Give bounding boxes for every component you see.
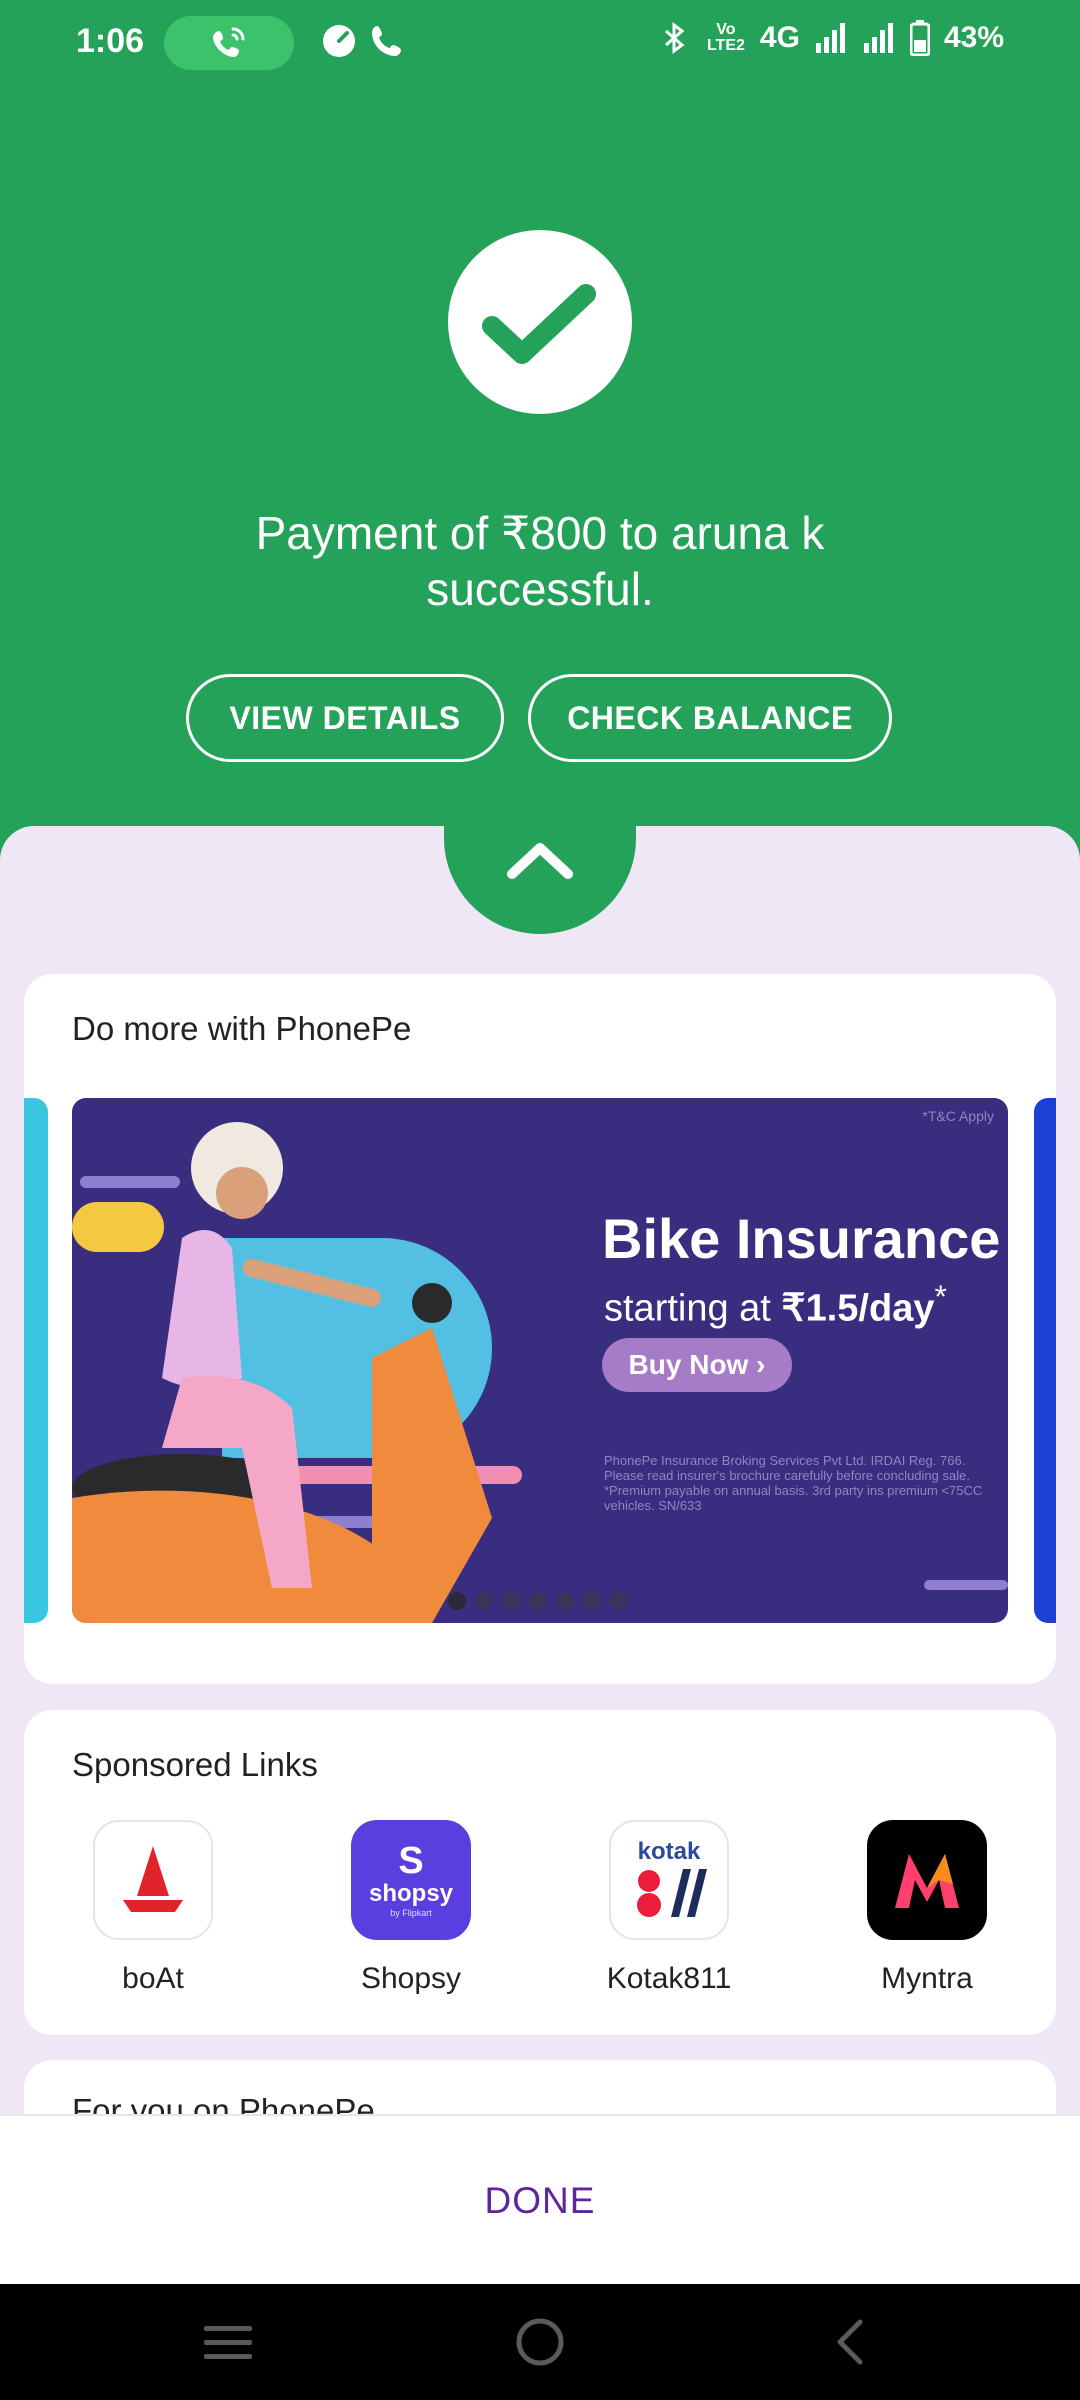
next-banner-peek[interactable]	[1034, 1098, 1056, 1623]
app-boat[interactable]: boAt	[24, 1820, 282, 1996]
shopsy-logo-letter: S	[398, 1840, 424, 1882]
app-name: Shopsy	[360, 1962, 462, 1995]
signal-1-icon	[815, 23, 845, 53]
recent-apps-icon[interactable]	[200, 2320, 256, 2366]
network-type: 4G	[759, 21, 800, 54]
home-icon[interactable]	[514, 2316, 566, 2368]
carousel-dot[interactable]	[448, 1592, 466, 1610]
carousel-dot[interactable]	[502, 1592, 520, 1610]
kotak811-logo-icon: kotak	[609, 1820, 729, 1940]
banner-fine-print: PhonePe Insurance Broking Services Pvt L…	[604, 1453, 983, 1513]
wifi-call-icon	[213, 27, 245, 57]
carousel-dot[interactable]	[529, 1592, 547, 1610]
kotak-logo-word: kotak	[637, 1838, 701, 1865]
carousel-dot[interactable]	[610, 1592, 628, 1610]
buy-now-button[interactable]: Buy Now ›	[602, 1338, 792, 1392]
shopsy-logo-tag: by Flipkart	[390, 1908, 432, 1918]
system-navigation-bar	[0, 2284, 1080, 2400]
carousel-dot[interactable]	[556, 1592, 574, 1610]
chevron-up-icon	[507, 843, 573, 879]
previous-banner-peek[interactable]	[24, 1098, 48, 1623]
success-check	[448, 230, 632, 414]
myntra-logo-icon	[867, 1820, 987, 1940]
boat-logo-icon	[93, 1820, 213, 1940]
app-kotak811[interactable]: kotak Kotak811	[540, 1820, 798, 1996]
done-button[interactable]: DONE	[0, 2116, 1080, 2286]
sponsored-card-title: Sponsored Links	[72, 1746, 318, 1783]
phone-icon	[372, 26, 401, 56]
app-name: boAt	[122, 1962, 184, 1995]
back-icon[interactable]	[830, 2316, 870, 2368]
carousel-dot[interactable]	[475, 1592, 493, 1610]
ongoing-call-pill[interactable]	[164, 16, 294, 70]
view-details-button[interactable]: VIEW DETAILS	[186, 674, 504, 762]
banner-sub-value: ₹1.5/day	[781, 1287, 935, 1330]
banner-sub-suffix: *	[934, 1278, 947, 1314]
promo-card-title: Do more with PhonePe	[72, 1010, 412, 1047]
app-shopsy[interactable]: S shopsy by Flipkart Shopsy	[282, 1820, 540, 1996]
check-balance-button[interactable]: CHECK BALANCE	[528, 674, 892, 762]
done-bar: DONE	[0, 2114, 1080, 2284]
shopsy-logo-icon: S shopsy by Flipkart	[351, 1820, 471, 1940]
signal-2-icon	[863, 23, 893, 53]
banner-tc: *T&C Apply	[922, 1108, 994, 1124]
banner-heading: Bike Insurance	[602, 1207, 1001, 1270]
carousel-dot[interactable]	[583, 1592, 601, 1610]
checkmark-icon	[482, 284, 596, 364]
battery-percent: 43%	[943, 21, 1004, 54]
payment-message: Payment of ₹800 to aruna k successful.	[255, 507, 825, 615]
bluetooth-icon	[664, 22, 685, 54]
banner-illustration	[72, 1122, 1008, 1623]
app-myntra[interactable]: Myntra	[798, 1820, 1056, 1996]
bike-insurance-banner[interactable]: *T&C Apply Bike Insurance starting at ₹1…	[72, 1098, 1008, 1623]
volte-badge: Vo LTE2	[706, 21, 745, 54]
data-saver-icon	[323, 25, 355, 57]
success-header	[0, 90, 1080, 870]
battery-icon	[909, 20, 930, 56]
status-bar: 1:06 Vo LTE2 4G 43%	[0, 0, 1080, 90]
sponsored-apps: boAt S shopsy by Flipkart Shopsy kotak K…	[24, 1820, 1056, 1996]
shopsy-logo-word: shopsy	[368, 1880, 454, 1907]
banner-subheading: starting at ₹1.5/day*	[604, 1278, 947, 1331]
app-name: Kotak811	[606, 1962, 732, 1995]
banner-sub-prefix: starting at	[604, 1287, 782, 1330]
carousel-dots	[448, 1592, 628, 1610]
app-name: Myntra	[881, 1962, 973, 1995]
status-time: 1:06	[76, 22, 145, 60]
